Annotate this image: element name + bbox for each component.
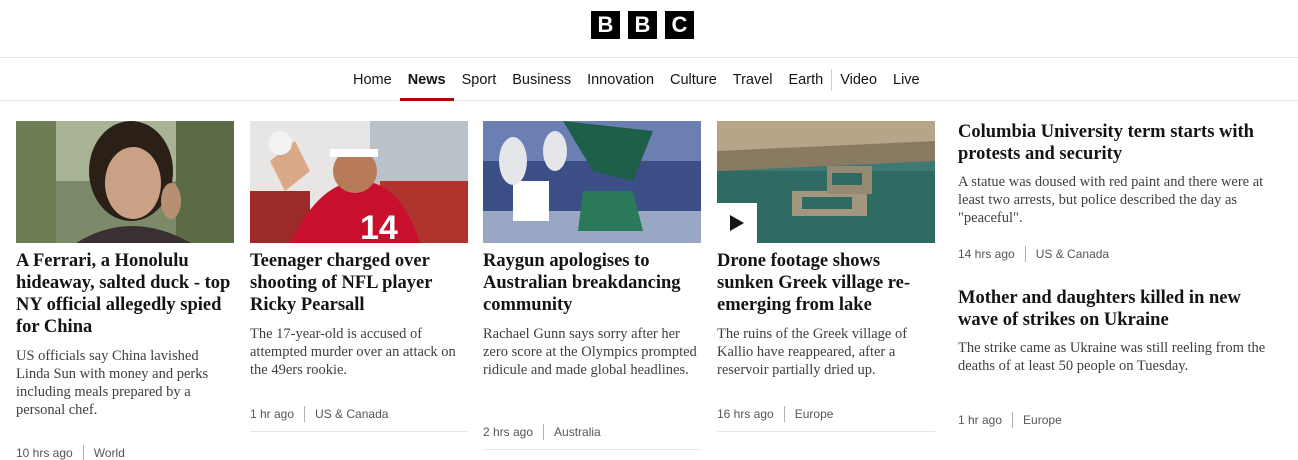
story-image-photo: 14 <box>250 121 468 243</box>
story-image[interactable] <box>16 121 234 243</box>
side-story-meta: 1 hr ago Europe <box>958 411 1062 429</box>
story-headline[interactable]: Drone footage shows sunken Greek village… <box>717 250 935 316</box>
story-image[interactable] <box>483 121 701 243</box>
story-image-photo <box>16 121 234 243</box>
story-image[interactable]: 14 <box>250 121 468 243</box>
nav-item-news[interactable]: News <box>399 59 454 101</box>
story-headline[interactable]: A Ferrari, a Honolulu hideaway, salted d… <box>16 250 234 338</box>
bbc-logo[interactable]: B B C <box>591 11 694 39</box>
side-story-headline[interactable]: Columbia University term starts with pro… <box>958 121 1278 165</box>
nav-item-earth[interactable]: Earth <box>781 59 832 100</box>
story-meta: 10 hrs ago World <box>16 444 125 460</box>
card-divider <box>483 449 701 450</box>
logo-letter: B <box>628 11 657 39</box>
masthead: B B C <box>0 0 1298 58</box>
story-region-link[interactable]: Australia <box>554 425 601 439</box>
story-summary: Rachael Gunn says sorry after her zero s… <box>483 326 697 378</box>
play-video-button[interactable] <box>717 203 757 243</box>
story-card[interactable]: 14 Teenager charged over shooting of NFL… <box>250 121 468 432</box>
story-region-link[interactable]: Europe <box>795 407 834 421</box>
story-meta: 2 hrs ago Australia <box>483 423 601 441</box>
side-story[interactable]: Columbia University term starts with pro… <box>958 121 1278 262</box>
story-image[interactable] <box>717 121 935 243</box>
story-timestamp: 10 hrs ago <box>16 446 73 460</box>
nav-item-sport[interactable]: Sport <box>454 59 505 100</box>
card-divider <box>250 431 468 432</box>
nav-list: Home News Sport Business Innovation Cult… <box>345 59 928 101</box>
story-card[interactable]: Drone footage shows sunken Greek village… <box>717 121 935 432</box>
story-card[interactable]: Raygun apologises to Australian breakdan… <box>483 121 701 450</box>
nav-item-live[interactable]: Live <box>885 59 928 100</box>
story-headline[interactable]: Teenager charged over shooting of NFL pl… <box>250 250 468 316</box>
story-headline[interactable]: Raygun apologises to Australian breakdan… <box>483 250 701 316</box>
story-region-link[interactable]: Europe <box>1023 413 1062 427</box>
story-meta: 1 hr ago US & Canada <box>250 405 388 423</box>
story-region-link[interactable]: US & Canada <box>315 407 388 421</box>
meta-divider <box>82 445 84 460</box>
story-timestamp: 2 hrs ago <box>483 425 534 439</box>
play-icon <box>730 215 744 231</box>
nav-item-innovation[interactable]: Innovation <box>579 59 662 100</box>
story-card[interactable]: A Ferrari, a Honolulu hideaway, salted d… <box>16 121 234 460</box>
meta-divider <box>543 424 545 440</box>
meta-divider <box>1012 412 1014 428</box>
side-story[interactable]: Mother and daughters killed in new wave … <box>958 287 1278 428</box>
story-region-link[interactable]: World <box>94 446 125 460</box>
logo-letter: B <box>591 11 620 39</box>
nav-item-home[interactable]: Home <box>345 59 400 100</box>
story-summary: US officials say China lavished Linda Su… <box>16 348 209 418</box>
nav-item-business[interactable]: Business <box>504 59 579 100</box>
logo-letter: C <box>665 11 694 39</box>
story-summary: The 17-year-old is accused of attempted … <box>250 326 456 378</box>
story-meta: 16 hrs ago Europe <box>717 405 833 423</box>
side-story-summary: The strike came as Ukraine was still ree… <box>958 340 1266 374</box>
meta-divider <box>1024 246 1026 262</box>
card-divider <box>717 431 935 432</box>
side-story-headline[interactable]: Mother and daughters killed in new wave … <box>958 287 1278 331</box>
story-timestamp: 16 hrs ago <box>717 407 774 421</box>
main-nav: Home News Sport Business Innovation Cult… <box>0 59 1298 101</box>
story-timestamp: 1 hr ago <box>250 407 295 421</box>
story-timestamp: 14 hrs ago <box>958 247 1015 261</box>
meta-divider <box>304 406 306 422</box>
story-timestamp: 1 hr ago <box>958 413 1003 427</box>
story-region-link[interactable]: US & Canada <box>1036 247 1109 261</box>
nav-item-video[interactable]: Video <box>832 59 885 100</box>
nav-item-travel[interactable]: Travel <box>725 59 781 100</box>
side-story-summary: A statue was doused with red paint and t… <box>958 174 1264 226</box>
meta-divider <box>783 406 785 422</box>
svg-text:14: 14 <box>360 209 398 243</box>
story-image-photo <box>483 121 701 243</box>
story-summary: The ruins of the Greek village of Kallio… <box>717 326 908 378</box>
nav-item-culture[interactable]: Culture <box>662 59 725 100</box>
side-story-meta: 14 hrs ago US & Canada <box>958 245 1109 263</box>
